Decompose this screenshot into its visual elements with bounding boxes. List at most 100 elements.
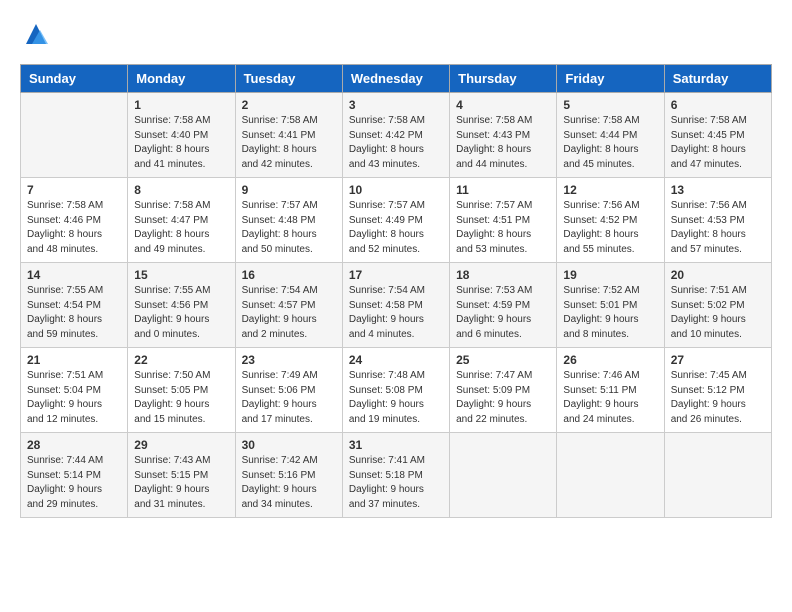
day-number: 10 — [349, 183, 443, 197]
header-sunday: Sunday — [21, 65, 128, 93]
day-number: 2 — [242, 98, 336, 112]
header-monday: Monday — [128, 65, 235, 93]
day-number: 13 — [671, 183, 765, 197]
day-info: Sunrise: 7:55 AMSunset: 4:56 PMDaylight:… — [134, 284, 228, 342]
calendar-cell: 31Sunrise: 7:41 AMSunset: 5:18 PMDayligh… — [342, 433, 449, 518]
calendar-cell: 2 Sunrise: 7:58 AMSunset: 4:41 PMDaylight… — [235, 93, 342, 178]
day-info: Sunrise: 7:58 AMSunset: 4:43 PMDaylight:… — [456, 114, 550, 172]
day-info: Sunrise: 7:41 AMSunset: 5:18 PMDaylight:… — [349, 454, 443, 512]
calendar-cell: 11 Sunrise: 7:57 AMSunset: 4:51 PMDayligh… — [450, 178, 557, 263]
day-number: 20 — [671, 268, 765, 282]
calendar-cell — [21, 93, 128, 178]
day-number: 5 — [563, 98, 657, 112]
week-row-0: 1 Sunrise: 7:58 AMSunset: 4:40 PMDaylight… — [21, 93, 772, 178]
day-number: 18 — [456, 268, 550, 282]
calendar-cell: 25Sunrise: 7:47 AMSunset: 5:09 PMDayligh… — [450, 348, 557, 433]
day-number: 4 — [456, 98, 550, 112]
day-number: 29 — [134, 438, 228, 452]
day-info: Sunrise: 7:50 AMSunset: 5:05 PMDaylight:… — [134, 369, 228, 427]
header-thursday: Thursday — [450, 65, 557, 93]
calendar-cell: 28Sunrise: 7:44 AMSunset: 5:14 PMDayligh… — [21, 433, 128, 518]
day-number: 1 — [134, 98, 228, 112]
day-info: Sunrise: 7:47 AMSunset: 5:09 PMDaylight:… — [456, 369, 550, 427]
day-info: Sunrise: 7:46 AMSunset: 5:11 PMDaylight:… — [563, 369, 657, 427]
day-info: Sunrise: 7:57 AMSunset: 4:51 PMDaylight:… — [456, 199, 550, 257]
day-number: 17 — [349, 268, 443, 282]
day-number: 12 — [563, 183, 657, 197]
page-header — [20, 20, 772, 48]
day-number: 11 — [456, 183, 550, 197]
calendar-cell: 5 Sunrise: 7:58 AMSunset: 4:44 PMDaylight… — [557, 93, 664, 178]
day-info: Sunrise: 7:58 AMSunset: 4:44 PMDaylight:… — [563, 114, 657, 172]
calendar-table: SundayMondayTuesdayWednesdayThursdayFrid… — [20, 64, 772, 518]
day-number: 9 — [242, 183, 336, 197]
day-number: 16 — [242, 268, 336, 282]
day-number: 19 — [563, 268, 657, 282]
calendar-cell: 24 Sunrise: 7:48 AMSunset: 5:08 PMDayligh… — [342, 348, 449, 433]
calendar-cell: 22Sunrise: 7:50 AMSunset: 5:05 PMDayligh… — [128, 348, 235, 433]
logo — [20, 20, 50, 48]
calendar-cell: 7Sunrise: 7:58 AMSunset: 4:46 PMDaylight… — [21, 178, 128, 263]
day-number: 8 — [134, 183, 228, 197]
day-info: Sunrise: 7:58 AMSunset: 4:41 PMDaylight:… — [242, 114, 336, 172]
header-wednesday: Wednesday — [342, 65, 449, 93]
logo-icon — [22, 20, 50, 48]
calendar-cell — [450, 433, 557, 518]
calendar-cell: 1 Sunrise: 7:58 AMSunset: 4:40 PMDaylight… — [128, 93, 235, 178]
calendar-cell: 18 Sunrise: 7:53 AMSunset: 4:59 PMDayligh… — [450, 263, 557, 348]
calendar-cell: 10Sunrise: 7:57 AMSunset: 4:49 PMDayligh… — [342, 178, 449, 263]
calendar-cell: 27 Sunrise: 7:45 AMSunset: 5:12 PMDayligh… — [664, 348, 771, 433]
calendar-body: 1 Sunrise: 7:58 AMSunset: 4:40 PMDaylight… — [21, 93, 772, 518]
day-number: 26 — [563, 353, 657, 367]
day-info: Sunrise: 7:45 AMSunset: 5:12 PMDaylight:… — [671, 369, 765, 427]
day-number: 21 — [27, 353, 121, 367]
day-number: 30 — [242, 438, 336, 452]
day-info: Sunrise: 7:48 AMSunset: 5:08 PMDaylight:… — [349, 369, 443, 427]
day-number: 27 — [671, 353, 765, 367]
day-info: Sunrise: 7:55 AMSunset: 4:54 PMDaylight:… — [27, 284, 121, 342]
day-info: Sunrise: 7:44 AMSunset: 5:14 PMDaylight:… — [27, 454, 121, 512]
day-info: Sunrise: 7:58 AMSunset: 4:47 PMDaylight:… — [134, 199, 228, 257]
day-info: Sunrise: 7:42 AMSunset: 5:16 PMDaylight:… — [242, 454, 336, 512]
header-friday: Friday — [557, 65, 664, 93]
calendar-cell: 4 Sunrise: 7:58 AMSunset: 4:43 PMDaylight… — [450, 93, 557, 178]
day-info: Sunrise: 7:58 AMSunset: 4:40 PMDaylight:… — [134, 114, 228, 172]
calendar-cell: 30 Sunrise: 7:42 AMSunset: 5:16 PMDayligh… — [235, 433, 342, 518]
day-number: 3 — [349, 98, 443, 112]
calendar-cell — [557, 433, 664, 518]
day-number: 23 — [242, 353, 336, 367]
day-info: Sunrise: 7:56 AMSunset: 4:52 PMDaylight:… — [563, 199, 657, 257]
day-info: Sunrise: 7:49 AMSunset: 5:06 PMDaylight:… — [242, 369, 336, 427]
calendar-cell: 21 Sunrise: 7:51 AMSunset: 5:04 PMDayligh… — [21, 348, 128, 433]
day-info: Sunrise: 7:58 AMSunset: 4:45 PMDaylight:… — [671, 114, 765, 172]
calendar-cell: 9 Sunrise: 7:57 AMSunset: 4:48 PMDaylight… — [235, 178, 342, 263]
day-number: 7 — [27, 183, 121, 197]
week-row-1: 7Sunrise: 7:58 AMSunset: 4:46 PMDaylight… — [21, 178, 772, 263]
calendar-cell: 29 Sunrise: 7:43 AMSunset: 5:15 PMDayligh… — [128, 433, 235, 518]
calendar-cell: 6Sunrise: 7:58 AMSunset: 4:45 PMDaylight… — [664, 93, 771, 178]
calendar-cell: 20Sunrise: 7:51 AMSunset: 5:02 PMDayligh… — [664, 263, 771, 348]
day-info: Sunrise: 7:52 AMSunset: 5:01 PMDaylight:… — [563, 284, 657, 342]
day-number: 24 — [349, 353, 443, 367]
day-info: Sunrise: 7:43 AMSunset: 5:15 PMDaylight:… — [134, 454, 228, 512]
day-info: Sunrise: 7:57 AMSunset: 4:48 PMDaylight:… — [242, 199, 336, 257]
week-row-2: 14Sunrise: 7:55 AMSunset: 4:54 PMDayligh… — [21, 263, 772, 348]
calendar-cell: 16Sunrise: 7:54 AMSunset: 4:57 PMDayligh… — [235, 263, 342, 348]
calendar-cell: 12 Sunrise: 7:56 AMSunset: 4:52 PMDayligh… — [557, 178, 664, 263]
day-number: 15 — [134, 268, 228, 282]
calendar-cell: 23 Sunrise: 7:49 AMSunset: 5:06 PMDayligh… — [235, 348, 342, 433]
day-info: Sunrise: 7:54 AMSunset: 4:58 PMDaylight:… — [349, 284, 443, 342]
day-info: Sunrise: 7:51 AMSunset: 5:04 PMDaylight:… — [27, 369, 121, 427]
calendar-cell: 8 Sunrise: 7:58 AMSunset: 4:47 PMDaylight… — [128, 178, 235, 263]
calendar-cell: 17 Sunrise: 7:54 AMSunset: 4:58 PMDayligh… — [342, 263, 449, 348]
calendar-cell: 19 Sunrise: 7:52 AMSunset: 5:01 PMDayligh… — [557, 263, 664, 348]
calendar-cell: 15 Sunrise: 7:55 AMSunset: 4:56 PMDayligh… — [128, 263, 235, 348]
header-tuesday: Tuesday — [235, 65, 342, 93]
header-saturday: Saturday — [664, 65, 771, 93]
calendar-cell: 14Sunrise: 7:55 AMSunset: 4:54 PMDayligh… — [21, 263, 128, 348]
calendar-header-row: SundayMondayTuesdayWednesdayThursdayFrid… — [21, 65, 772, 93]
week-row-4: 28Sunrise: 7:44 AMSunset: 5:14 PMDayligh… — [21, 433, 772, 518]
week-row-3: 21 Sunrise: 7:51 AMSunset: 5:04 PMDayligh… — [21, 348, 772, 433]
day-info: Sunrise: 7:53 AMSunset: 4:59 PMDaylight:… — [456, 284, 550, 342]
calendar-cell: 26 Sunrise: 7:46 AMSunset: 5:11 PMDayligh… — [557, 348, 664, 433]
